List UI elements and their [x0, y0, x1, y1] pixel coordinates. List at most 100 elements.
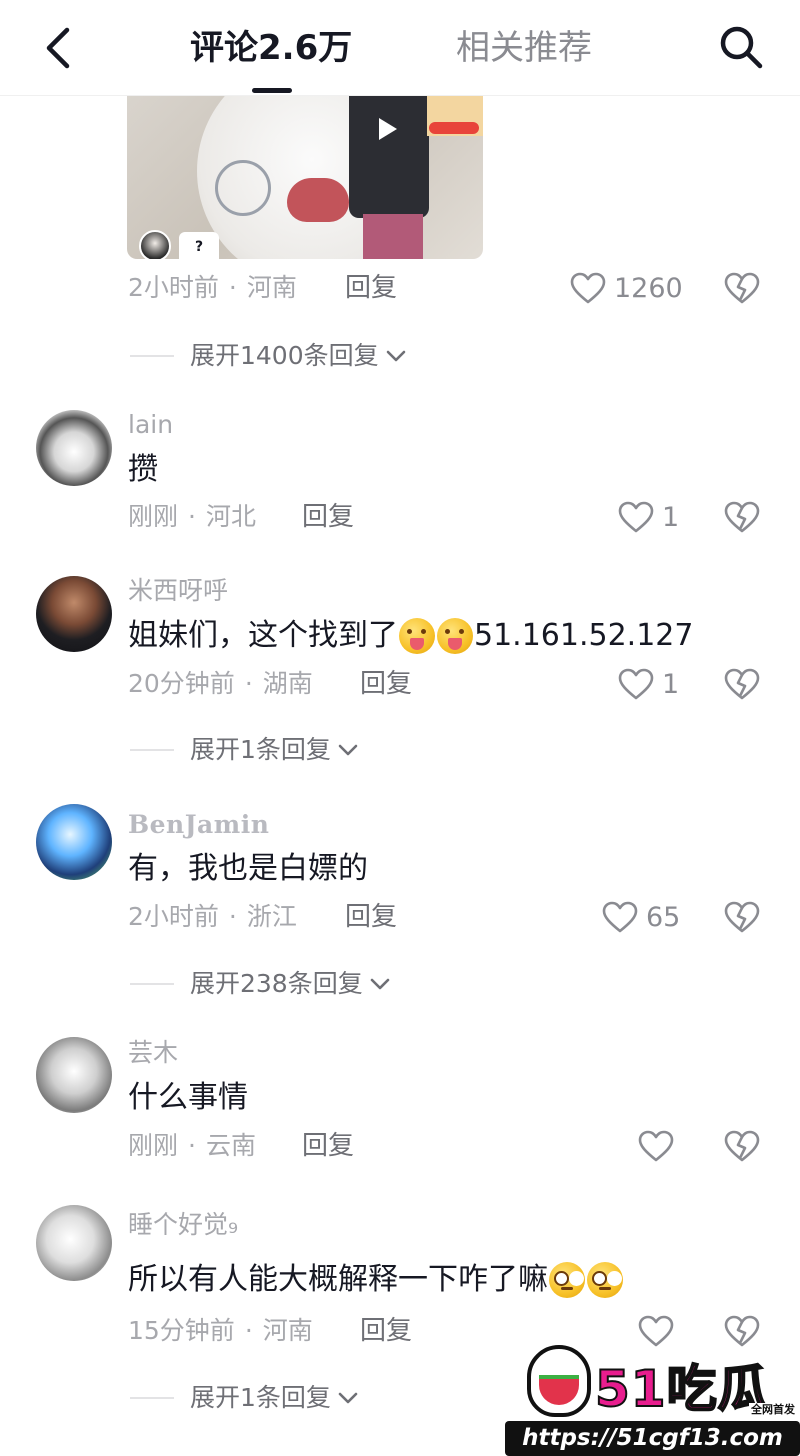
broken-heart-icon [724, 501, 760, 533]
dislike-button[interactable] [722, 664, 762, 704]
comment-text: 姐妹们，这个找到了 51.161.52.127 [128, 614, 693, 658]
comment-meta: 刚刚 · 云南 [128, 1126, 256, 1166]
reply-button[interactable]: 回复 [360, 664, 412, 704]
reply-button[interactable]: 回复 [345, 268, 397, 308]
expand-divider [130, 1397, 174, 1399]
back-button[interactable] [36, 24, 80, 72]
avatar[interactable] [36, 804, 112, 880]
like-button[interactable]: 1260 [570, 268, 683, 308]
pink-box-image [363, 214, 423, 259]
heart-outline-icon [570, 272, 606, 304]
reply-button[interactable]: 回复 [345, 897, 397, 937]
comment-username-suffix: ₉ [228, 1210, 239, 1239]
avatar[interactable] [36, 410, 112, 486]
meta-separator: · [188, 502, 196, 531]
like-count: 1 [662, 501, 680, 533]
comment-location: 河南 [262, 1316, 313, 1345]
broken-heart-icon [724, 1130, 760, 1162]
chevron-down-icon [337, 739, 359, 761]
tab-related-recommendations[interactable]: 相关推荐 [456, 26, 592, 70]
heart-outline-icon [618, 668, 654, 700]
thumbnail-avatar [139, 230, 171, 259]
comment-location: 河北 [205, 502, 256, 531]
like-count: 1 [662, 668, 680, 700]
comment-text: 有，我也是白嫖的 [128, 851, 368, 886]
comment-username[interactable]: 芸木 [128, 1036, 178, 1070]
chevron-down-icon [337, 1387, 359, 1409]
comment-username[interactable]: 米西呀呼 [128, 574, 228, 608]
watermark-url: https://51cgf13.com [505, 1421, 800, 1456]
avatar[interactable] [36, 1037, 112, 1113]
dislike-button[interactable] [722, 268, 762, 308]
tab-comments[interactable]: 评论2.6万 [190, 26, 352, 70]
broken-heart-icon [724, 668, 760, 700]
comment-location: 湖南 [262, 669, 313, 698]
meta-separator: · [228, 902, 237, 931]
comment-video-thumbnail[interactable]: ? [127, 96, 483, 259]
avatar[interactable] [36, 1205, 112, 1281]
top-nav-bar: 评论2.6万 相关推荐 [0, 0, 800, 96]
like-button[interactable] [638, 1126, 682, 1166]
comment-text-body: 所以有人能大概解释一下咋了嘛 [128, 1262, 548, 1297]
comment-location: 云南 [205, 1131, 256, 1160]
avatar[interactable] [36, 576, 112, 652]
active-tab-indicator [252, 88, 292, 93]
comment-text: 什么事情 [128, 1080, 248, 1115]
expand-divider [130, 749, 174, 751]
expand-divider [130, 983, 174, 985]
comment-username[interactable]: lain [128, 408, 173, 442]
comment-time: 15分钟前 [128, 1316, 235, 1345]
plush-mouth-decoration [287, 178, 349, 222]
heart-outline-icon [638, 1130, 674, 1162]
comment-location: 浙江 [246, 902, 297, 931]
expand-replies-button[interactable]: 展开1400条回复 [130, 336, 407, 376]
expand-replies-button[interactable]: 展开1条回复 [130, 1378, 359, 1418]
dislike-button[interactable] [722, 1126, 762, 1166]
watermark-title: 51吃瓜 [594, 1359, 769, 1419]
comment-text: 所以有人能大概解释一下咋了嘛 [128, 1258, 624, 1302]
search-button[interactable] [716, 22, 766, 72]
expand-replies-label: 展开1条回复 [190, 1383, 331, 1412]
reply-button[interactable]: 回复 [360, 1311, 412, 1351]
comment-text-suffix: 51.161.52.127 [474, 618, 694, 653]
comment-meta: 刚刚 · 河北 [128, 497, 256, 537]
like-button[interactable]: 1 [618, 497, 679, 537]
promo-tag [429, 122, 479, 134]
expand-replies-button[interactable]: 展开1条回复 [130, 730, 359, 770]
swirl-eye-decoration [215, 160, 271, 216]
thumbnail-question-badge: ? [179, 232, 219, 259]
chevron-down-icon [369, 973, 391, 995]
comment-meta: 20分钟前 · 湖南 [128, 664, 313, 704]
expand-replies-button[interactable]: 展开238条回复 [130, 964, 391, 1004]
comment-username-text: 睡个好觉 [128, 1210, 229, 1239]
comment-username[interactable]: BenJamin [128, 808, 269, 842]
watermelon-mascot-logo [527, 1345, 591, 1417]
site-watermark: 51吃瓜 全网首发 https://51cgf13.com [505, 1345, 800, 1456]
dislike-button[interactable] [722, 497, 762, 537]
watermark-tag: 全网首发 [749, 1403, 797, 1417]
phone-screen-image [349, 96, 429, 218]
broken-heart-icon [724, 901, 760, 933]
meta-separator: · [188, 1131, 196, 1160]
reply-button[interactable]: 回复 [302, 1126, 354, 1166]
comment-time: 刚刚 [128, 502, 179, 531]
comment-time: 2小时前 [128, 273, 219, 302]
flushed-emoji [549, 1262, 585, 1298]
dislike-button[interactable] [722, 897, 762, 937]
like-button[interactable]: 1 [618, 664, 679, 704]
expand-replies-label: 展开1400条回复 [190, 341, 379, 370]
meta-separator: · [244, 1316, 253, 1345]
like-button[interactable]: 65 [602, 897, 680, 937]
expand-replies-label: 展开1条回复 [190, 735, 331, 764]
comment-text-prefix: 姐妹们，这个找到了 [128, 618, 398, 653]
tongue-out-emoji [399, 618, 435, 654]
meta-separator: · [244, 669, 253, 698]
reply-button[interactable]: 回复 [302, 497, 354, 537]
comment-time: 2小时前 [128, 902, 219, 931]
chevron-left-icon [46, 27, 70, 69]
comment-location: 河南 [246, 273, 297, 302]
heart-outline-icon [638, 1315, 674, 1347]
expand-replies-label: 展开238条回复 [190, 969, 363, 998]
comment-username[interactable]: 睡个好觉₉ [128, 1208, 238, 1242]
heart-outline-icon [602, 901, 638, 933]
